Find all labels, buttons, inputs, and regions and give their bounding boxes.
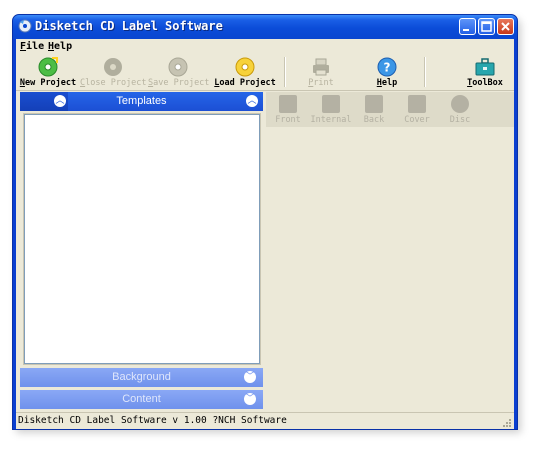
tab-front[interactable]: Front — [268, 93, 308, 126]
title-bar[interactable]: Disketch CD Label Software — [13, 15, 517, 39]
window-title: Disketch CD Label Software — [35, 19, 223, 33]
load-project-icon — [235, 57, 255, 77]
content-header[interactable]: Content ﹀ — [20, 390, 263, 409]
background-header[interactable]: Background ﹀ — [20, 368, 263, 387]
close-project-button[interactable]: Close Project — [80, 55, 147, 89]
app-window: Disketch CD Label Software File Help New… — [12, 14, 518, 430]
tab-disc-label: Disc — [449, 115, 471, 125]
minimize-icon — [463, 29, 469, 31]
toolbox-label: ToolBox — [467, 78, 503, 88]
expand-down-icon[interactable]: ﹀ — [244, 393, 256, 405]
view-tabs: Front Internal Back Cover Disc — [266, 92, 514, 127]
client-area: File Help New Project Close Project Save… — [16, 39, 514, 429]
collapse-up-icon[interactable]: ︿ — [246, 95, 258, 107]
load-project-button[interactable]: Load Project — [214, 55, 276, 89]
maximize-icon — [481, 21, 492, 32]
disc-view-icon — [451, 95, 469, 113]
svg-text:?: ? — [384, 61, 391, 75]
new-project-button[interactable]: New Project — [18, 55, 78, 89]
tab-disc[interactable]: Disc — [440, 93, 480, 126]
print-button[interactable]: Print — [296, 55, 346, 89]
status-text: Disketch CD Label Software v 1.00 ?NCH S… — [18, 415, 287, 426]
save-project-icon — [168, 57, 188, 77]
load-project-label: Load Project — [214, 78, 276, 88]
menu-help[interactable]: Help — [48, 41, 72, 52]
save-project-button[interactable]: Save Project — [148, 55, 210, 89]
expand-down-icon[interactable]: ﹀ — [244, 371, 256, 383]
print-label: Print — [308, 78, 334, 88]
left-panel: ︿ Templates ︿ Background ﹀ Content ﹀ — [18, 92, 263, 413]
cover-view-icon — [408, 95, 426, 113]
background-title: Background — [112, 371, 171, 383]
toolbar-separator — [284, 57, 286, 87]
close-icon — [501, 22, 510, 31]
help-icon: ? — [377, 57, 397, 77]
resize-grip-icon[interactable] — [501, 417, 512, 428]
maximize-button[interactable] — [478, 18, 495, 35]
help-label: Help — [376, 78, 398, 88]
menu-file[interactable]: File — [20, 41, 44, 52]
status-bar: Disketch CD Label Software v 1.00 ?NCH S… — [16, 412, 514, 429]
back-view-icon — [365, 95, 383, 113]
toolbox-icon — [475, 58, 495, 76]
toolbar-separator — [424, 57, 426, 87]
tab-cover[interactable]: Cover — [397, 93, 437, 126]
tab-back[interactable]: Back — [354, 93, 394, 126]
tab-internal[interactable]: Internal — [311, 93, 351, 126]
templates-header[interactable]: ︿ Templates ︿ — [20, 92, 263, 111]
app-logo-icon — [18, 19, 32, 33]
toolbox-button[interactable]: ToolBox — [456, 55, 514, 89]
new-project-label: New Project — [19, 78, 77, 88]
close-project-icon — [104, 58, 122, 76]
printer-icon — [313, 58, 329, 76]
internal-view-icon — [322, 95, 340, 113]
help-button[interactable]: ? Help — [362, 55, 412, 89]
templates-list[interactable] — [23, 113, 261, 365]
save-project-label: Save Project — [148, 78, 210, 88]
editor-area[interactable]: Front Internal Back Cover Disc — [266, 92, 514, 413]
front-view-icon — [279, 95, 297, 113]
templates-title: Templates — [116, 95, 167, 107]
new-project-icon — [38, 57, 58, 77]
menu-bar: File Help — [16, 39, 514, 54]
close-window-button[interactable] — [497, 18, 514, 35]
toolbar: New Project Close Project Save Project L… — [16, 54, 514, 91]
content-title: Content — [122, 393, 161, 405]
close-project-label: Close Project — [80, 78, 147, 88]
minimize-button[interactable] — [459, 18, 476, 35]
